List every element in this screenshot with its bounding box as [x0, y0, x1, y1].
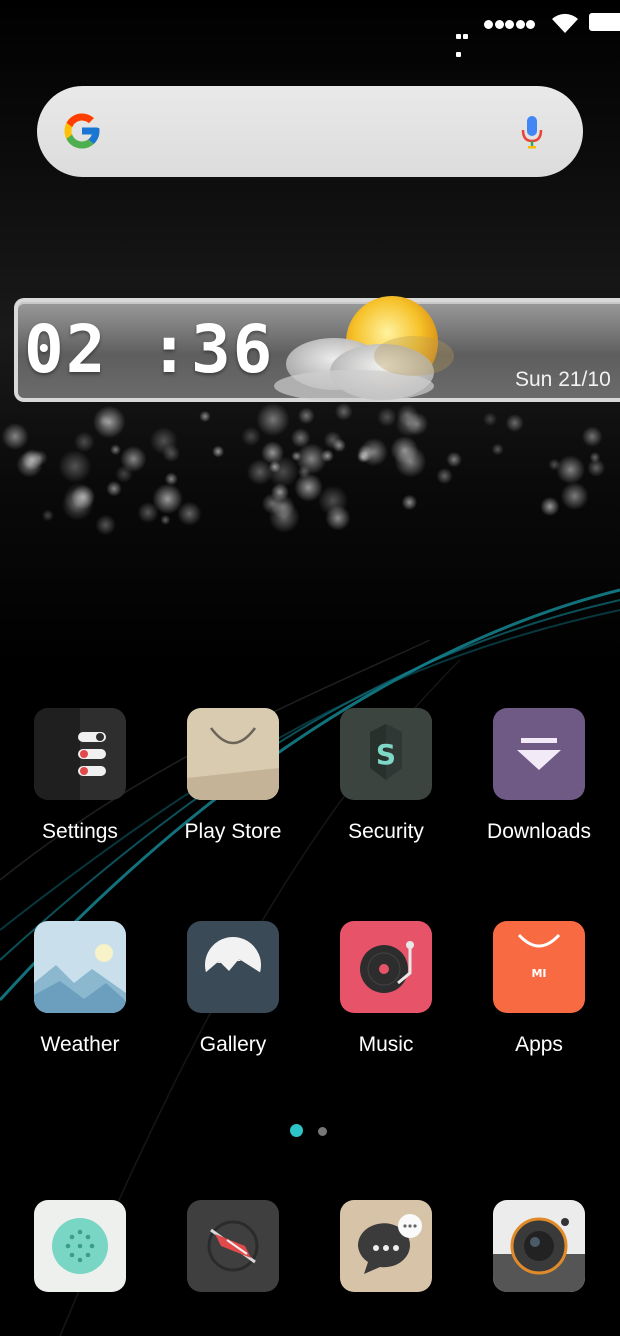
dock-browser[interactable]	[158, 1200, 308, 1292]
svg-text:MI: MI	[531, 967, 546, 980]
more-dots-icon	[456, 26, 476, 57]
bokeh-light	[110, 444, 121, 456]
bokeh-light	[164, 472, 178, 486]
clock-time: 02 :36	[24, 311, 275, 388]
mi-bag-icon: MI	[493, 921, 585, 1013]
camera-icon	[493, 1200, 585, 1292]
widget-date: Sun 21/10	[515, 368, 611, 391]
page-dot-active[interactable]	[290, 1124, 303, 1137]
dock-phone[interactable]	[5, 1200, 155, 1292]
app-gallery[interactable]: Gallery	[158, 921, 308, 1057]
app-label: Gallery	[199, 1033, 267, 1056]
battery-icon	[589, 13, 620, 31]
app-play-store[interactable]: Play Store	[158, 708, 308, 844]
app-label: Security	[348, 820, 424, 843]
app-label: Apps	[515, 1033, 563, 1056]
bokeh-light	[162, 444, 181, 463]
bokeh-light	[73, 431, 95, 453]
bokeh-light	[401, 494, 418, 511]
bokeh-light	[390, 436, 419, 464]
bokeh-light	[295, 443, 327, 475]
bokeh-light	[483, 412, 498, 427]
google-g-icon	[64, 113, 100, 149]
app-label: Music	[358, 1033, 414, 1056]
bokeh-light	[95, 514, 116, 536]
bokeh-light	[446, 451, 462, 468]
messages-icon	[340, 1200, 432, 1292]
clock-weather-widget[interactable]: 02 :36 Sun 21/10	[14, 296, 620, 402]
app-label: Settings	[42, 820, 118, 843]
partly-cloudy-icon	[274, 296, 454, 402]
app-label: Downloads	[487, 820, 591, 843]
compass-browser-icon	[187, 1200, 279, 1292]
app-security[interactable]: S Security	[311, 708, 461, 844]
app-label: Weather	[40, 1033, 120, 1056]
bokeh-light	[323, 430, 342, 450]
bokeh-light	[71, 484, 96, 510]
bokeh-light	[115, 465, 133, 483]
svg-text:S: S	[376, 738, 396, 771]
app-weather[interactable]: Weather	[5, 921, 155, 1057]
bokeh-light	[21, 449, 43, 471]
bokeh-light	[560, 482, 589, 511]
bokeh-light	[325, 505, 351, 531]
microphone-icon[interactable]	[519, 113, 545, 151]
app-downloads[interactable]: Downloads	[464, 708, 614, 844]
shield-icon: S	[340, 708, 432, 800]
page-dot[interactable]	[318, 1127, 327, 1136]
bokeh-light	[241, 426, 261, 447]
mountain-photo-icon	[187, 921, 279, 1013]
bokeh-light	[1, 423, 29, 450]
bokeh-light	[505, 413, 524, 433]
bokeh-light	[290, 428, 311, 448]
bokeh-light	[540, 496, 560, 517]
page-indicator[interactable]	[290, 1124, 340, 1138]
bokeh-light	[212, 445, 225, 458]
shopping-bag-icon	[187, 708, 279, 800]
status-bar	[0, 0, 620, 57]
bokeh-light	[491, 443, 504, 456]
bokeh-light	[294, 473, 323, 502]
app-settings[interactable]: Settings	[5, 708, 155, 844]
bokeh-light	[41, 509, 54, 522]
wifi-icon	[552, 13, 578, 33]
app-music[interactable]: Music	[311, 921, 461, 1057]
signal-dots-icon	[484, 16, 537, 34]
bokeh-light	[267, 455, 299, 488]
dock-messages[interactable]	[311, 1200, 461, 1292]
settings-icon	[34, 708, 126, 800]
bokeh-light	[581, 426, 603, 447]
app-apps[interactable]: MI Apps	[464, 921, 614, 1057]
turntable-icon	[340, 921, 432, 1013]
bokeh-light	[160, 514, 171, 526]
bokeh-light	[177, 501, 202, 526]
bokeh-light	[98, 414, 111, 427]
app-label: Play Store	[184, 820, 282, 843]
bokeh-light	[395, 410, 422, 437]
download-arrow-icon	[493, 708, 585, 800]
bokeh-light	[106, 480, 122, 497]
bokeh-light	[556, 455, 586, 485]
bokeh-light	[587, 458, 606, 477]
search-input[interactable]	[117, 106, 501, 158]
phone-dialpad-icon	[34, 1200, 126, 1292]
google-search-bar[interactable]	[37, 86, 583, 177]
dock-camera[interactable]	[464, 1200, 614, 1292]
bokeh-light	[268, 501, 300, 533]
weather-landscape-icon	[34, 921, 126, 1013]
bokeh-light	[199, 410, 211, 423]
bokeh-light	[357, 450, 370, 463]
bokeh-light	[436, 467, 453, 485]
bokeh-light	[58, 449, 92, 483]
